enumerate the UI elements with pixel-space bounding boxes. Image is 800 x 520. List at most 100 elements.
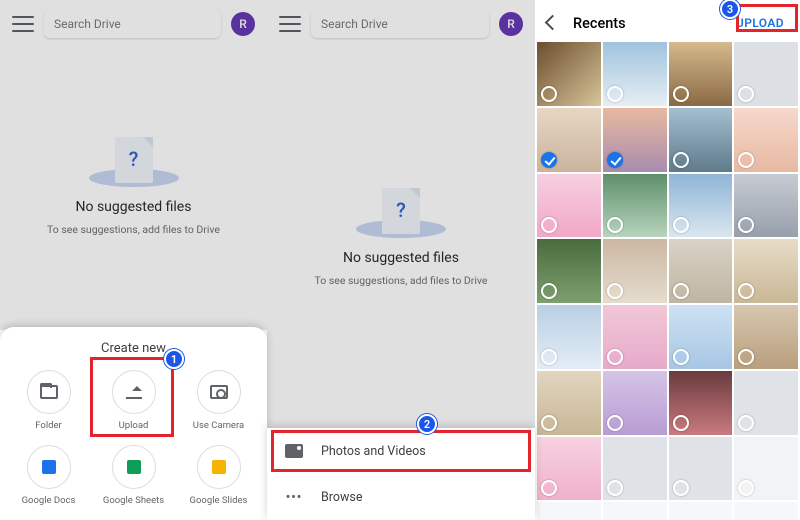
unselected-circle-icon [738,480,754,496]
docs-label: Google Docs [22,495,76,506]
empty-title: No suggested files [343,250,459,266]
unselected-circle-icon [607,415,623,431]
unselected-circle-icon [541,349,557,365]
photo-thumb[interactable] [669,42,733,106]
search-drive-input[interactable]: Search Drive [311,10,489,38]
photo-thumb[interactable] [669,502,733,520]
hamburger-icon[interactable] [12,16,34,32]
photo-thumb[interactable] [734,108,798,172]
create-google-sheets[interactable]: Google Sheets [95,445,173,506]
step-badge-1: 1 [164,349,184,369]
unselected-circle-icon [673,152,689,168]
photo-thumb[interactable] [537,174,601,238]
panel-upload-options: Search Drive R ? No suggested files To s… [267,0,535,520]
photo-thumb[interactable] [537,371,601,435]
photo-thumb[interactable] [734,502,798,520]
photo-thumb[interactable] [669,371,733,435]
photo-thumb[interactable] [603,42,667,106]
option-browse[interactable]: ••• Browse [267,474,535,520]
photo-thumb[interactable] [669,305,733,369]
photo-thumb[interactable] [603,371,667,435]
unselected-circle-icon [738,217,754,233]
unselected-circle-icon [541,283,557,299]
photo-thumb[interactable] [669,437,733,501]
photo-thumb[interactable] [669,108,733,172]
create-folder[interactable]: Folder [10,370,88,431]
unselected-circle-icon [541,480,557,496]
create-google-docs[interactable]: Google Docs [10,445,88,506]
photo-thumb[interactable] [734,239,798,303]
back-icon[interactable] [545,15,561,31]
upload-icon [126,385,142,399]
unselected-circle-icon [738,415,754,431]
photo-thumb[interactable] [734,305,798,369]
unselected-circle-icon [738,152,754,168]
empty-subtitle: To see suggestions, add files to Drive [315,274,488,287]
option-photos-label: Photos and Videos [321,444,426,459]
sheet-title: Create new [0,341,267,356]
option-photos-videos[interactable]: Photos and Videos [267,428,535,474]
photo-thumb[interactable] [734,174,798,238]
panel-drive-home: Search Drive R ? No suggested files To s… [0,0,267,520]
create-upload[interactable]: Upload [95,370,173,431]
photo-thumb[interactable] [537,437,601,501]
empty-subtitle: To see suggestions, add files to Drive [47,223,220,236]
hamburger-icon[interactable] [279,16,301,32]
photo-thumb[interactable] [537,239,601,303]
create-google-slides[interactable]: Google Slides [180,445,258,506]
create-use-camera[interactable]: Use Camera [180,370,258,431]
create-row-1: Folder Upload Use Camera [0,366,267,441]
account-avatar[interactable]: R [499,12,523,36]
search-drive-input[interactable]: Search Drive [44,10,221,38]
create-new-sheet: Create new Folder Upload Use Camera Goog… [0,327,267,520]
photo-thumb[interactable] [537,42,601,106]
photo-thumb[interactable] [603,174,667,238]
photo-thumb[interactable] [537,305,601,369]
photo-thumb[interactable] [537,502,601,520]
panel-photo-picker: Recents UPLOAD 3 [535,0,800,520]
photo-thumb[interactable] [603,239,667,303]
create-folder-label: Folder [35,420,62,431]
empty-state: ? No suggested files To see suggestions,… [267,46,535,428]
unselected-circle-icon [673,349,689,365]
unselected-circle-icon [541,415,557,431]
photo-thumb[interactable] [603,437,667,501]
unselected-circle-icon [607,86,623,102]
account-avatar[interactable]: R [231,12,255,36]
photo-thumb[interactable] [537,108,601,172]
photo-thumb[interactable] [734,437,798,501]
step-badge-3: 3 [720,0,740,19]
photo-thumb[interactable] [734,42,798,106]
option-browse-label: Browse [321,490,363,505]
create-camera-label: Use Camera [193,420,244,431]
photo-thumb[interactable] [669,174,733,238]
docs-icon [42,460,56,474]
empty-illustration: ? [366,188,436,242]
unselected-circle-icon [541,86,557,102]
upload-button[interactable]: UPLOAD [730,10,790,36]
photo-thumb[interactable] [603,305,667,369]
slides-label: Google Slides [190,495,248,506]
folder-icon [40,385,58,399]
unselected-circle-icon [673,86,689,102]
empty-illustration: ? [99,137,169,191]
upload-source-sheet: Photos and Videos ••• Browse [267,428,535,520]
slides-icon [212,460,226,474]
picker-title: Recents [573,15,718,32]
photo-thumb[interactable] [734,371,798,435]
unselected-circle-icon [673,480,689,496]
unselected-circle-icon [673,415,689,431]
empty-state: ? No suggested files To see suggestions,… [0,46,267,327]
unselected-circle-icon [738,86,754,102]
unselected-circle-icon [673,217,689,233]
photo-thumb[interactable] [603,108,667,172]
photo-thumb[interactable] [669,239,733,303]
empty-title: No suggested files [76,199,192,215]
unselected-circle-icon [673,283,689,299]
unselected-circle-icon [607,480,623,496]
unselected-circle-icon [541,217,557,233]
picker-header: Recents UPLOAD 3 [535,0,800,42]
sheets-label: Google Sheets [103,495,164,506]
photo-thumb[interactable] [603,502,667,520]
selected-check-icon [541,152,557,168]
